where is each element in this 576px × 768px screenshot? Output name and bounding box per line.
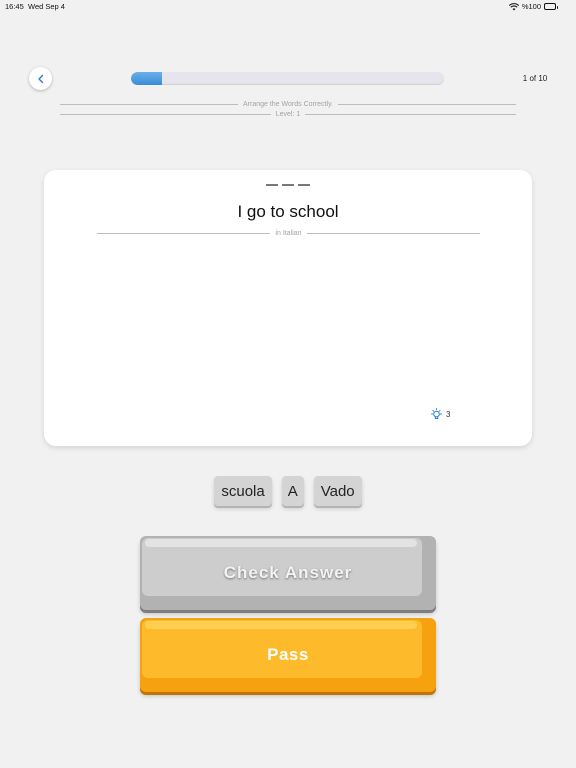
answer-blanks <box>44 184 532 186</box>
hint-count: 3 <box>446 410 451 419</box>
progress-count: 1 of 10 <box>522 74 548 83</box>
level-text: Level: 1 <box>275 110 301 118</box>
instruction-divider: Arrange the Words Correctly. <box>60 99 516 109</box>
status-time: 16:45 <box>5 2 24 11</box>
hint-button[interactable]: 3 <box>430 408 450 421</box>
word-bank: scuola A Vado <box>0 476 576 506</box>
word-chip[interactable]: scuola <box>214 476 272 506</box>
progress-bar <box>131 72 444 85</box>
word-chip[interactable]: A <box>281 476 304 506</box>
word-chip[interactable]: Vado <box>313 476 362 506</box>
chevron-left-icon <box>37 74 43 83</box>
progress-fill <box>131 72 163 85</box>
answer-blank <box>266 184 278 186</box>
question-card: I go to school in Italian 3 <box>44 170 532 446</box>
language-label: in Italian <box>275 229 302 237</box>
answer-blank <box>282 184 294 186</box>
back-button[interactable] <box>29 67 52 90</box>
wifi-icon <box>508 2 519 10</box>
battery-percent: %100 <box>521 2 541 11</box>
status-right: %100 <box>508 2 558 11</box>
check-answer-label: Check Answer <box>223 563 353 582</box>
answer-blank <box>298 184 310 186</box>
battery-icon <box>544 3 558 10</box>
instruction-text: Arrange the Words Correctly. <box>243 100 333 108</box>
level-divider: Level: 1 <box>60 109 516 119</box>
status-date: Wed Sep 4 <box>28 2 65 11</box>
lightbulb-icon <box>431 408 442 419</box>
check-answer-button[interactable]: Check Answer <box>140 536 436 610</box>
pass-label: Pass <box>267 645 309 664</box>
prompt-sentence: I go to school <box>237 202 339 221</box>
pass-button[interactable]: Pass <box>140 618 436 692</box>
language-divider: in Italian <box>97 228 481 238</box>
status-bar: 16:45 Wed Sep 4 %100 <box>0 0 576 14</box>
